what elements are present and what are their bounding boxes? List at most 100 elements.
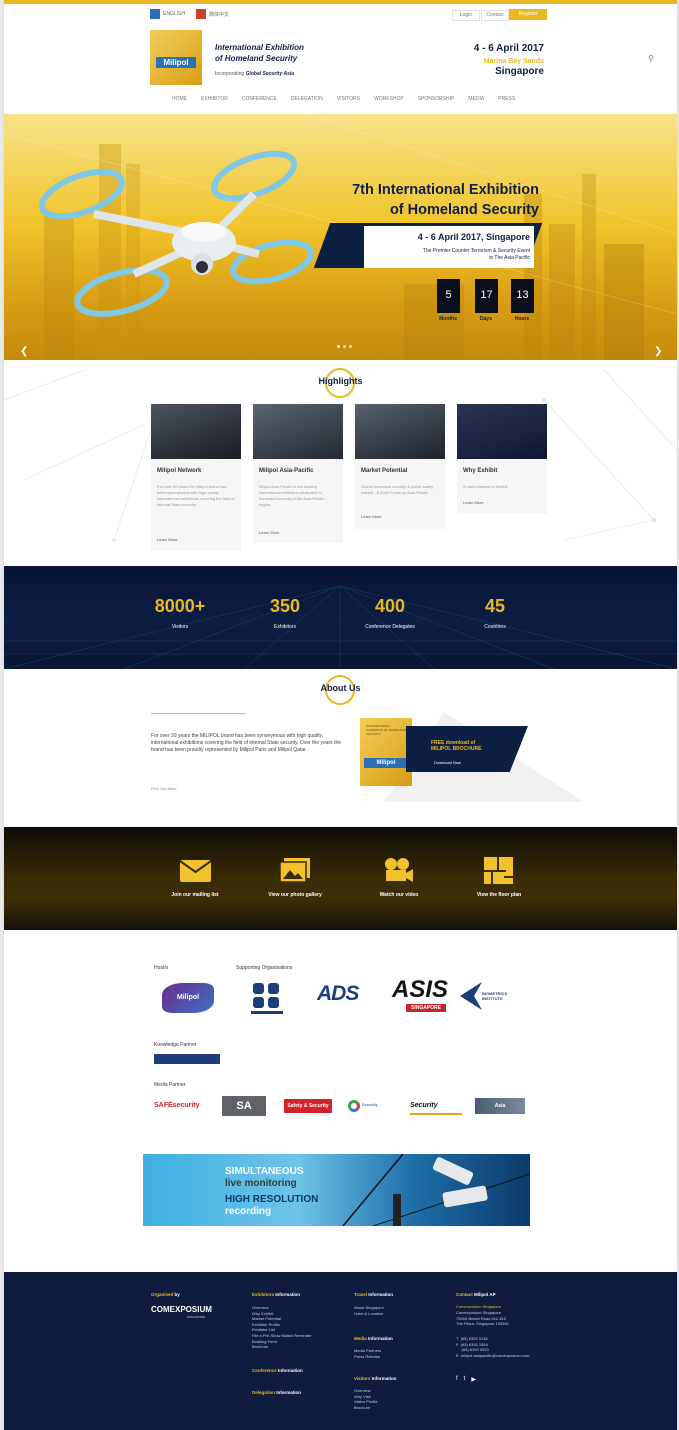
footer-visitor-links[interactable]: Overview Why Visit Visitor Profile Broch… (354, 1388, 378, 1410)
media-logo-safety-security[interactable]: Safety & Security (284, 1099, 332, 1113)
carousel-dot[interactable] (337, 345, 340, 348)
carousel-dot[interactable] (349, 345, 352, 348)
cctv-ad-banner[interactable]: SIMULTANEOUS live monitoring HIGH RESOLUT… (143, 1154, 530, 1226)
register-button[interactable]: Register (509, 9, 547, 20)
top-accent-bar (4, 0, 677, 4)
footer-delegation-heading[interactable]: Delegation Information (252, 1390, 301, 1395)
cta-floor-plan[interactable]: View the floor plan (439, 892, 559, 898)
footer-travel-links[interactable]: About Singapore Hotel & Location (354, 1305, 384, 1316)
stat-exhibitors-value: 350 (269, 596, 301, 616)
hero-date: 4 - 6 April 2017, Singapore (417, 232, 530, 242)
media-logo-security-ring[interactable]: Security (362, 1102, 378, 1107)
twitter-icon[interactable]: t (464, 1376, 466, 1383)
envelope-icon[interactable] (179, 857, 212, 884)
nav-item-media[interactable]: MEDIA (468, 96, 484, 102)
nav-item-delegation[interactable]: DELEGATION (291, 96, 323, 102)
stat-countries-label: Countries (484, 624, 506, 630)
hero-title: 7th International Exhibition of Homeland… (352, 182, 539, 218)
lang-chinese[interactable]: 简体中文 (196, 9, 229, 19)
hero-carousel-dots[interactable] (337, 345, 352, 348)
nav-item-press[interactable]: PRESS (498, 96, 515, 102)
nav-item-sponsorship[interactable]: SPONSORSHIP (418, 96, 455, 102)
footer-contact-address: Comexposium Singapore 7500A Beach Road #… (456, 1310, 509, 1327)
highlights-heading: Highlights (4, 368, 677, 398)
footer-conference-heading[interactable]: Conference Information (252, 1368, 303, 1373)
highlight-card-market-potential[interactable]: Market Potential Global homeland securit… (355, 404, 445, 529)
contact-link[interactable]: Contact (481, 10, 509, 21)
footer-exhibitor-links[interactable]: Overview Why Exhibit Market Potential Ex… (252, 1305, 311, 1350)
biometrics-arrow-icon (460, 982, 482, 1010)
brochure-cover[interactable]: INTERNATIONAL EXHIBITION OF HOMELAND SEC… (360, 718, 412, 786)
stat-visitors-label: Visitors (171, 624, 189, 630)
hero-next-arrow-icon[interactable]: ❯ (654, 346, 662, 357)
banner-text-top: SIMULTANEOUS live monitoring (225, 1166, 304, 1189)
media-logo-sa[interactable]: SA (222, 1096, 266, 1116)
about-read-more-link[interactable]: Find Out More (151, 786, 177, 791)
milipol-logo[interactable]: Milipol (150, 30, 202, 85)
countdown-hours-label: Hours (514, 316, 530, 322)
search-icon[interactable]: ⚲ (648, 54, 654, 63)
card-photo (253, 404, 343, 459)
comexposium-logo[interactable]: COMEXPOSIUM (151, 1305, 212, 1314)
about-text: For over 20 years the MILIPOL brand has … (151, 733, 342, 753)
photos-icon[interactable] (279, 857, 312, 884)
supporting-logo-ads[interactable]: ADS (317, 982, 359, 1006)
china-flag-icon (196, 9, 206, 19)
card-photo (457, 404, 547, 459)
learn-more-link[interactable]: Learn More (157, 537, 177, 542)
footer-contact-phones: T (65) 6392 0136 F (65) 6392 1554 (65) 6… (456, 1336, 530, 1358)
supporting-logo-emblem[interactable] (249, 980, 285, 1016)
knowledge-partner-label: Knowledge Partner (154, 1042, 197, 1048)
floor-plan-icon[interactable] (482, 857, 515, 884)
page: ENGLISH 简体中文 Login Contact Register Mili… (3, 0, 678, 1430)
supporting-logo-biometrics[interactable]: BIOMETRICS INSTITUTE (482, 991, 528, 1001)
asis-chapter-tag: SINGAPORE (406, 1004, 446, 1012)
login-link[interactable]: Login (452, 10, 480, 21)
stats-band (4, 566, 677, 669)
highlight-card-milipol-asia-pacific[interactable]: Milipol Asia-Pacific Milipol Asia-Pacifi… (253, 404, 343, 543)
footer-contact-name: Comexposium Singapore (456, 1304, 501, 1309)
card-photo (151, 404, 241, 459)
media-logo-security[interactable]: Security (410, 1099, 462, 1115)
highlight-card-milipol-network[interactable]: Milipol Network For over 20 years the Mi… (151, 404, 241, 551)
media-logo-ring-icon (348, 1100, 360, 1112)
learn-more-link[interactable]: Learn More (463, 500, 483, 505)
learn-more-link[interactable]: Learn More (361, 514, 381, 519)
media-logo-safesecurity[interactable]: SAFEsecurity (154, 1099, 206, 1113)
lang-english[interactable]: ENGLISH (150, 9, 185, 19)
countdown-months: 5 (437, 279, 460, 313)
footer-contact-heading: Contact Milipol AP (456, 1292, 496, 1297)
stat-delegates-value: 400 (374, 596, 406, 616)
youtube-icon[interactable]: ▶ (471, 1376, 476, 1383)
banner-text-bottom: HIGH RESOLUTION recording (225, 1194, 319, 1217)
carousel-dot[interactable] (343, 345, 346, 348)
facebook-icon[interactable]: f (456, 1376, 458, 1383)
hero-prev-arrow-icon[interactable]: ❮ (20, 346, 28, 357)
learn-more-link[interactable]: Learn More (259, 530, 279, 535)
header-event-venue: Marina Bay Sands (483, 58, 544, 65)
knowledge-partner-logo[interactable] (154, 1054, 220, 1064)
cta-photo-gallery[interactable]: View our photo gallery (235, 892, 355, 898)
host-logo-milipol[interactable]: Milipol (162, 983, 214, 1013)
supporting-logo-asis[interactable]: ASIS (392, 976, 448, 1004)
about-divider (151, 713, 246, 714)
about-heading: About Us (4, 675, 677, 705)
video-camera-icon[interactable] (382, 857, 415, 884)
drone-illustration (39, 150, 314, 317)
footer-media-links[interactable]: Media Partners Press Release (354, 1348, 381, 1359)
supporting-orgs-label: Supporting Organisations (236, 965, 293, 971)
nav-item-workshop[interactable]: WORKSHOP (374, 96, 404, 102)
header-event-date: 4 - 6 April 2017 (473, 43, 544, 54)
countdown-hours: 13 (511, 279, 534, 313)
media-logo-asia[interactable]: Asia (475, 1098, 525, 1114)
nav-item-visitors[interactable]: VISITORS (337, 96, 360, 102)
stats-grid-bg (4, 585, 677, 669)
countdown-days: 17 (475, 279, 498, 313)
comexposium-logo-sub: SINGAPORE (187, 1315, 205, 1319)
download-now-link[interactable]: Download Now (434, 760, 461, 765)
nav-item-exhibitor[interactable]: EXHIBITOR (201, 96, 228, 102)
nav-item-home[interactable]: HOME (172, 96, 187, 102)
countdown-days-label: Days (480, 316, 492, 322)
nav-item-conference[interactable]: CONFERENCE (242, 96, 277, 102)
highlight-card-why-exhibit[interactable]: Why Exhibit 5 main reasons to exhibit Le… (457, 404, 547, 514)
